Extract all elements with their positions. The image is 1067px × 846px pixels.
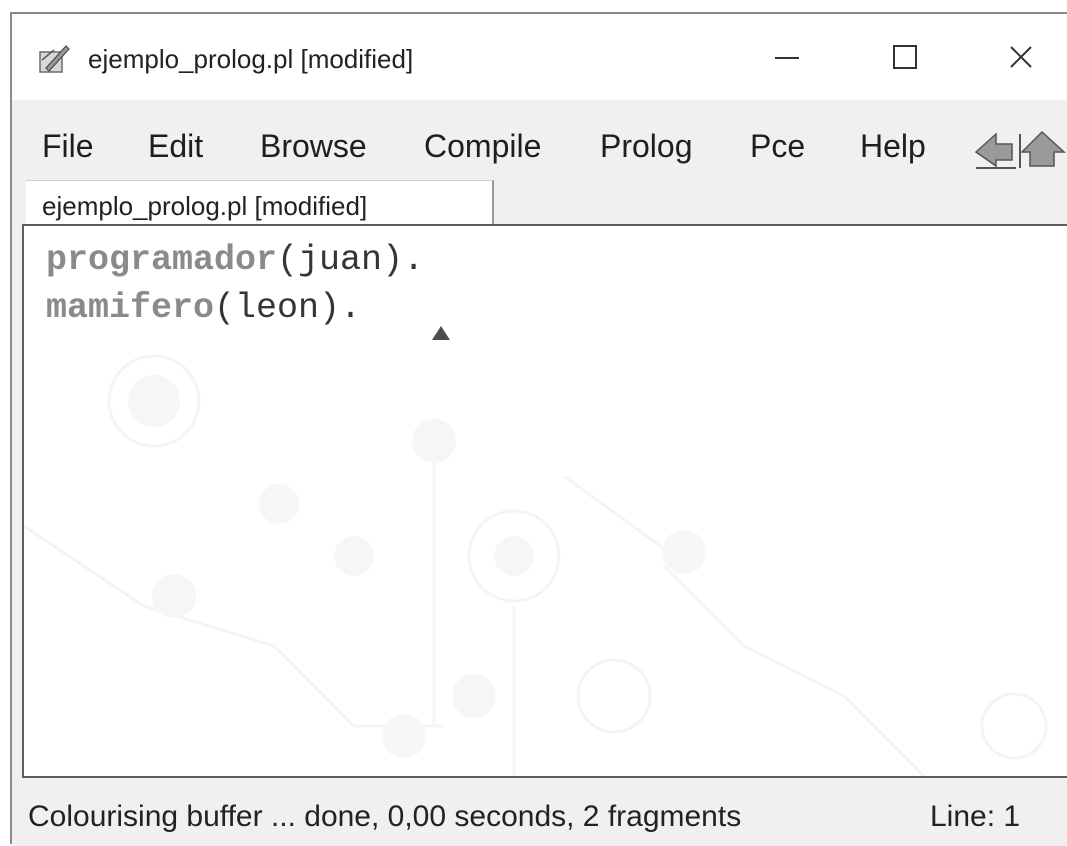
- code-editor[interactable]: programador(juan). mamifero(leon).: [22, 224, 1067, 778]
- arrow-left-icon[interactable]: [974, 132, 1016, 169]
- edit-feather-icon: [39, 45, 70, 73]
- minimize-icon: [775, 57, 799, 59]
- menu-prolog[interactable]: Prolog: [600, 128, 693, 165]
- predicate-args: (juan).: [277, 240, 425, 280]
- arrow-up-icon[interactable]: [1020, 130, 1066, 167]
- menu-file[interactable]: File: [42, 128, 94, 165]
- maximize-icon: [893, 45, 917, 69]
- code-line-1: programador(juan).: [46, 240, 424, 280]
- minimize-button[interactable]: [752, 32, 822, 82]
- predicate-name: programador: [46, 240, 278, 280]
- navigation-arrows[interactable]: [972, 128, 1067, 170]
- title-bar[interactable]: ejemplo_prolog.pl [modified]: [12, 14, 1067, 100]
- code-line-2: mamifero(leon).: [46, 288, 361, 328]
- status-bar: Colourising buffer ... done, 0,00 second…: [12, 778, 1067, 846]
- menu-browse[interactable]: Browse: [260, 128, 367, 165]
- editor-window: ejemplo_prolog.pl [modified] File Edit B…: [10, 12, 1067, 846]
- tab-bar: ejemplo_prolog.pl [modified]: [12, 174, 1067, 224]
- window-title: ejemplo_prolog.pl [modified]: [88, 44, 414, 74]
- tab-ejemplo-prolog[interactable]: ejemplo_prolog.pl [modified]: [26, 180, 494, 224]
- menu-help[interactable]: Help: [860, 128, 926, 165]
- menu-compile[interactable]: Compile: [424, 128, 541, 165]
- predicate-name: mamifero: [46, 288, 215, 328]
- text-caret: [432, 326, 450, 340]
- menu-edit[interactable]: Edit: [148, 128, 203, 165]
- maximize-button[interactable]: [870, 32, 940, 82]
- line-indicator: Line: 1: [930, 800, 1021, 833]
- menu-pce[interactable]: Pce: [750, 128, 805, 165]
- status-message: Colourising buffer ... done, 0,00 second…: [28, 800, 742, 833]
- menu-bar: File Edit Browse Compile Prolog Pce Help: [12, 100, 1067, 174]
- close-button[interactable]: [986, 32, 1056, 82]
- close-icon: [1010, 46, 1032, 68]
- predicate-args: (leon).: [214, 288, 362, 328]
